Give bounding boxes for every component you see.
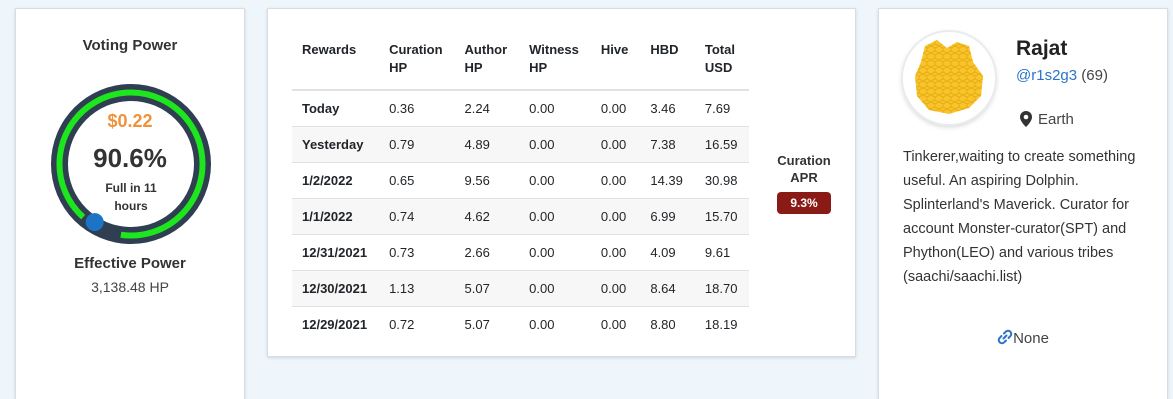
cell-curation-hp: 0.36 (379, 89, 455, 127)
row-date: 1/1/2022 (292, 198, 380, 235)
cell-total-usd: 30.98 (694, 162, 750, 199)
cell-author-hp: 4.62 (454, 198, 520, 235)
voting-power-percent: 90.6% (93, 143, 167, 173)
cell-total-usd: 9.61 (694, 234, 750, 271)
cell-curation-hp: 0.73 (379, 234, 455, 271)
cell-hive: 0.00 (590, 198, 641, 235)
voting-power-card: Voting Power $0.22 90.6% Full in 11 hour… (15, 8, 245, 399)
cell-curation-hp: 0.74 (379, 198, 455, 235)
cell-hbd: 8.64 (640, 270, 695, 307)
cell-witness-hp: 0.00 (519, 306, 591, 342)
cell-witness-hp: 0.00 (519, 89, 591, 127)
column-header-witness-hp: Witness HP (519, 35, 591, 91)
table-row: 1/2/2022 0.65 9.56 0.00 0.00 14.39 30.98 (292, 162, 750, 199)
cell-curation-hp: 0.65 (379, 162, 455, 199)
rewards-card: Rewards Curation HP Author HP Witness HP Hi… (267, 8, 856, 357)
column-header-total-usd: Total USD (694, 35, 750, 91)
cell-hbd: 14.39 (640, 162, 695, 199)
column-header-hbd: HBD (640, 35, 695, 91)
row-date: Today (292, 89, 380, 127)
cell-hive: 0.00 (590, 306, 641, 342)
cell-total-usd: 15.70 (694, 198, 750, 235)
cell-total-usd: 18.19 (694, 306, 750, 342)
voting-power-title: Voting Power (82, 37, 178, 54)
cell-hive: 0.00 (590, 270, 641, 307)
map-marker-icon (1020, 111, 1032, 127)
cell-author-hp: 4.89 (454, 126, 520, 163)
gauge-knob (85, 213, 104, 232)
cell-witness-hp: 0.00 (519, 234, 591, 271)
column-header-rewards: Rewards (292, 35, 380, 91)
row-date: 12/31/2021 (292, 234, 380, 271)
profile-name: Rajat (1016, 37, 1068, 60)
profile-handle-link[interactable]: @r1s2g3 (1016, 67, 1077, 84)
cell-hbd: 4.09 (640, 234, 695, 271)
profile-handle-line: @r1s2g3 (69) (1016, 67, 1108, 84)
profile-website[interactable]: None (879, 329, 1167, 347)
cell-witness-hp: 0.00 (519, 198, 591, 235)
cell-hive: 0.00 (590, 234, 641, 271)
avatar[interactable] (903, 32, 995, 124)
cell-hive: 0.00 (590, 89, 641, 127)
cell-witness-hp: 0.00 (519, 270, 591, 307)
cell-hbd: 7.38 (640, 126, 695, 163)
cell-author-hp: 5.07 (454, 306, 520, 342)
profile-card: Rajat @r1s2g3 (69) Earth Tinkerer,waitin… (878, 8, 1168, 399)
rewards-table: Rewards Curation HP Author HP Witness HP Hi… (292, 35, 750, 342)
profile-location: Earth (1020, 111, 1074, 128)
rewards-header-row: Rewards Curation HP Author HP Witness HP Hi… (292, 35, 750, 91)
profile-bio: Tinkerer,waiting to create something use… (903, 149, 1136, 285)
avatar-image (915, 40, 983, 114)
column-header-hive: Hive (590, 35, 641, 91)
curation-apr-badge: 9.3% (777, 192, 831, 214)
row-date: Yesterday (292, 126, 380, 163)
cell-total-usd: 18.70 (694, 270, 750, 307)
cell-hbd: 3.46 (640, 89, 695, 127)
cell-witness-hp: 0.00 (519, 162, 591, 199)
recharge-time: Full in 11 hours (105, 181, 157, 213)
cell-author-hp: 2.66 (454, 234, 520, 271)
link-icon (997, 329, 1013, 345)
cell-author-hp: 2.24 (454, 89, 520, 127)
cell-hive: 0.00 (590, 162, 641, 199)
cell-curation-hp: 0.72 (379, 306, 455, 342)
effective-power-title: Effective Power (74, 255, 186, 272)
effective-power-value: 3,138.48 HP (91, 279, 169, 295)
cell-author-hp: 9.56 (454, 162, 520, 199)
cell-total-usd: 7.69 (694, 89, 750, 127)
table-row: 12/30/2021 1.13 5.07 0.00 0.00 8.64 18.7… (292, 270, 750, 307)
table-row: Yesterday 0.79 4.89 0.00 0.00 7.38 16.59 (292, 126, 750, 163)
row-date: 12/30/2021 (292, 270, 380, 307)
table-row: 12/31/2021 0.73 2.66 0.00 0.00 4.09 9.61 (292, 234, 750, 271)
cell-curation-hp: 1.13 (379, 270, 455, 307)
column-header-author-hp: Author HP (454, 35, 520, 91)
row-date: 1/2/2022 (292, 162, 380, 199)
row-date: 12/29/2021 (292, 306, 380, 342)
table-row: 1/1/2022 0.74 4.62 0.00 0.00 6.99 15.70 (292, 198, 750, 235)
cell-curation-hp: 0.79 (379, 126, 455, 163)
reputation-score: (69) (1081, 67, 1108, 84)
column-header-curation-hp: Curation HP (379, 35, 455, 91)
voting-value-usd: $0.22 (107, 111, 153, 131)
location-text: Earth (1038, 111, 1074, 128)
website-text: None (1013, 330, 1049, 347)
cell-total-usd: 16.59 (694, 126, 750, 163)
table-row: Today 0.36 2.24 0.00 0.00 3.46 7.69 (292, 89, 750, 127)
curation-apr-label: Curation APR (777, 153, 831, 185)
cell-hbd: 6.99 (640, 198, 695, 235)
cell-hbd: 8.80 (640, 306, 695, 342)
cell-hive: 0.00 (590, 126, 641, 163)
table-row: 12/29/2021 0.72 5.07 0.00 0.00 8.80 18.1… (292, 306, 750, 342)
cell-witness-hp: 0.00 (519, 126, 591, 163)
cell-author-hp: 5.07 (454, 270, 520, 307)
